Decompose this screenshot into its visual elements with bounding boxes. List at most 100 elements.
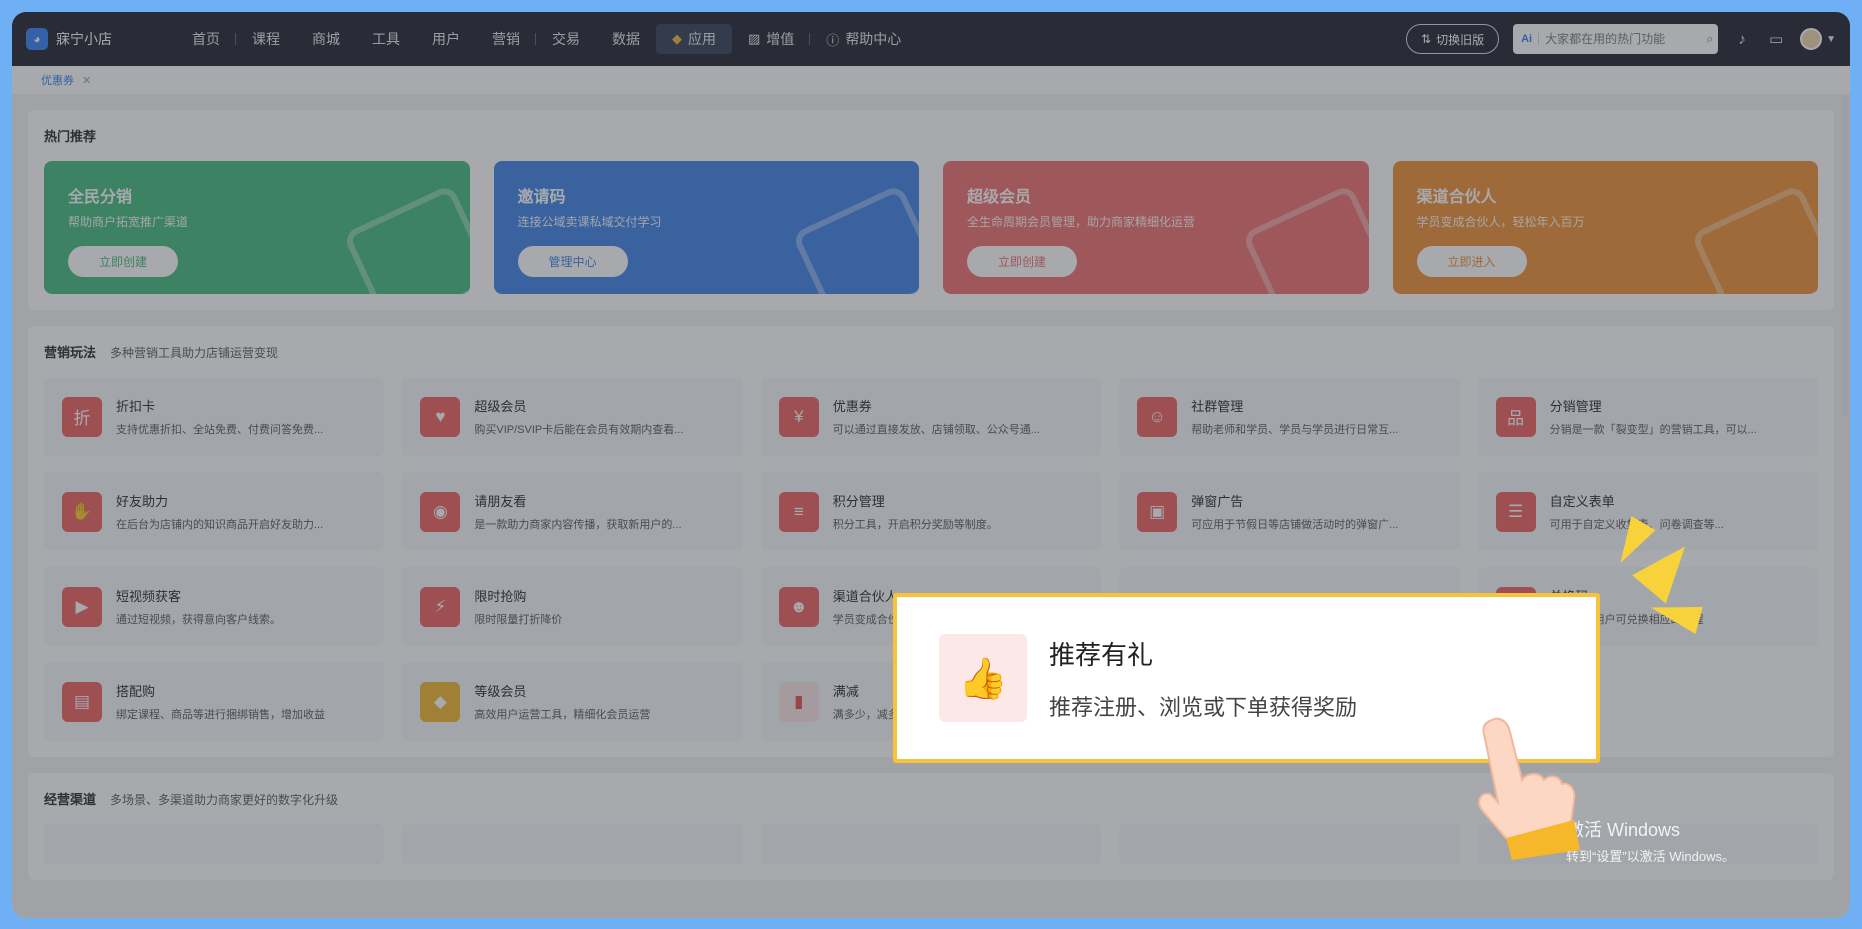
hot-section: 热门推荐 全民分销 帮助商户拓宽推广渠道 立即创建 邀请码 连接公域卖课私域交付… <box>28 110 1834 310</box>
tool-name: 好友助力 <box>116 494 169 509</box>
inbox-icon[interactable]: ▭ <box>1766 30 1786 48</box>
nav-users[interactable]: 用户 <box>416 24 476 54</box>
nav-tools[interactable]: 工具 <box>356 24 416 54</box>
nav-help-label: 帮助中心 <box>845 31 902 47</box>
top-nav: ◕ 寐宁小店 首页 课程 商城 工具 用户 营销 交易 数据 ◆ 应用 ▨ 增值… <box>12 12 1850 66</box>
nav-trade[interactable]: 交易 <box>536 24 596 54</box>
tool-desc: 可以通过直接发放、店铺领取、公众号通... <box>832 424 1040 436</box>
pointing-hand-icon <box>1478 717 1580 860</box>
channel-card[interactable] <box>44 824 385 864</box>
channel-card[interactable] <box>1119 824 1460 864</box>
marketing-title-text: 营销玩法 <box>44 345 97 360</box>
cube-icon: ◆ <box>672 31 682 46</box>
tool-popup-ad[interactable]: ▣ 弹窗广告 可应用于节假日等店铺做活动时的弹窗广... <box>1119 472 1460 551</box>
hot-card-super-vip[interactable]: 超级会员 全生命周期会员管理，助力商家精细化运营 立即创建 <box>943 161 1369 294</box>
tool-invite-view[interactable]: ◉ 请朋友看 是一款助力商家内容传播，获取新用户的... <box>402 472 743 551</box>
enter-button[interactable]: 立即进入 <box>1416 246 1527 277</box>
tool-name: 短视频获客 <box>116 589 182 604</box>
tool-coupon[interactable]: ¥ 优惠券 可以通过直接发放、店铺领取、公众号通... <box>760 377 1102 456</box>
bundle-icon: ▤ <box>62 681 102 722</box>
popup-icon: ▣ <box>1137 491 1178 532</box>
heart-icon: ♥ <box>420 396 461 437</box>
tool-community[interactable]: ☺ 社群管理 帮助老师和学员、学员与学员进行日常互... <box>1119 377 1460 456</box>
channels-title-text: 经营渠道 <box>44 792 97 807</box>
tool-desc: 分销是一款「裂变型」的营销工具，可以... <box>1549 424 1757 436</box>
tool-bundle[interactable]: ▤ 搭配购 绑定课程、商品等进行捆绑销售，增加收益 <box>44 662 385 741</box>
tool-level-member[interactable]: ◆ 等级会员 高效用户运营工具，精细化会员运营 <box>402 662 743 741</box>
brand-name: 寐宁小店 <box>56 31 112 47</box>
manage-button[interactable]: 管理中心 <box>517 246 628 277</box>
partner-icon: ☻ <box>778 586 819 627</box>
tab-coupon[interactable]: 优惠券 <box>41 72 74 88</box>
nav-data[interactable]: 数据 <box>596 24 656 54</box>
tool-name: 社群管理 <box>1191 399 1244 414</box>
tool-desc: 限时限量打折降价 <box>474 614 563 626</box>
switch-version-button[interactable]: ⇅ 切换旧版 <box>1406 24 1500 54</box>
org-chart-icon: 品 <box>1495 396 1536 437</box>
tool-super-vip[interactable]: ♥ 超级会员 购买VIP/SVIP卡后能在会员有效期内查看... <box>402 377 743 456</box>
tool-desc: 通过短视频，获得意向客户线索。 <box>116 614 281 626</box>
scrollbar[interactable] <box>1842 96 1848 416</box>
brand-logo-icon: ◕ <box>26 28 48 50</box>
tool-flash-sale[interactable]: ⚡ 限时抢购 限时限量打折降价 <box>402 567 743 646</box>
search-input[interactable] <box>1545 32 1701 46</box>
nav-value-added[interactable]: ▨ 增值 <box>732 24 811 54</box>
hot-card-distribution[interactable]: 全民分销 帮助商户拓宽推广渠道 立即创建 <box>44 161 470 294</box>
channel-card[interactable] <box>402 824 743 864</box>
coupon-icon: ¥ <box>778 396 819 437</box>
tool-short-video[interactable]: ▶ 短视频获客 通过短视频，获得意向客户线索。 <box>44 567 385 646</box>
group-icon: ☺ <box>1137 396 1178 437</box>
hot-card-channel-partner[interactable]: 渠道合伙人 学员变成合伙人，轻松年入百万 立即进入 <box>1392 161 1818 294</box>
tool-desc: 高效用户运营工具，精细化会员运营 <box>474 709 651 721</box>
close-icon[interactable]: ✕ <box>82 74 91 87</box>
tool-name: 折扣卡 <box>116 399 156 414</box>
reduction-icon: ▮ <box>778 681 819 722</box>
create-button[interactable]: 立即创建 <box>967 246 1077 277</box>
channels-subtitle: 多场景、多渠道助力商家更好的数字化升级 <box>110 793 339 807</box>
nav-value-label: 增值 <box>766 31 795 47</box>
tool-name: 积分管理 <box>832 494 885 509</box>
discount-icon: 折 <box>62 396 102 437</box>
help-icon: ⓘ <box>826 32 840 48</box>
page-tabs: 优惠券 ✕ <box>12 66 1850 94</box>
tool-desc: 绑定课程、商品等进行捆绑销售，增加收益 <box>116 709 325 721</box>
thumbs-up-icon: 👍 <box>939 634 1027 722</box>
nav-apps[interactable]: ◆ 应用 <box>656 24 732 54</box>
chevron-down-icon: ▼ <box>1826 33 1836 45</box>
coins-icon: ≡ <box>778 491 819 532</box>
tool-friend-help[interactable]: ✋ 好友助力在后台为店铺内的知识商品开启好友助力... <box>44 472 385 551</box>
tool-desc: 积分工具，开启积分奖励等制度。 <box>832 519 998 531</box>
hot-card-invite-code[interactable]: 邀请码 连接公域卖课私域交付学习 管理中心 <box>493 161 919 294</box>
nav-marketing[interactable]: 营销 <box>476 24 536 54</box>
create-button[interactable]: 立即创建 <box>68 246 178 277</box>
brand[interactable]: ◕ 寐宁小店 <box>26 28 176 50</box>
search-box: Ai ⌕ <box>1513 24 1719 54</box>
nav-help[interactable]: ⓘ 帮助中心 <box>810 24 917 54</box>
nav-courses[interactable]: 课程 <box>236 24 296 54</box>
tool-desc: 可应用于节假日等店铺做活动时的弹窗广... <box>1191 519 1399 531</box>
nav-apps-label: 应用 <box>688 31 716 47</box>
main-nav: 首页 课程 商城 工具 用户 营销 交易 数据 ◆ 应用 ▨ 增值 ⓘ 帮助中心 <box>176 12 917 66</box>
switch-icon: ⇅ <box>1421 32 1432 46</box>
channel-card[interactable] <box>760 824 1102 864</box>
bell-icon[interactable]: ♪ <box>1732 31 1752 48</box>
tool-name: 请朋友看 <box>474 494 527 509</box>
tool-name: 自定义表单 <box>1549 494 1615 509</box>
tool-distribution[interactable]: 品分销管理分销是一款「裂变型」的营销工具，可以... <box>1477 377 1818 456</box>
search-icon[interactable]: ⌕ <box>1706 31 1713 47</box>
nav-home[interactable]: 首页 <box>176 24 236 54</box>
windows-activation-watermark: 激活 Windows 转到“设置”以激活 Windows。 <box>1566 816 1735 865</box>
referral-desc: 推荐注册、浏览或下单获得奖励 <box>1049 694 1358 720</box>
nav-mall[interactable]: 商城 <box>296 24 356 54</box>
handshake-icon: ✋ <box>62 491 102 532</box>
tool-discount-card[interactable]: 折折扣卡 支持优惠折扣、全站免费、付费问答免费... <box>44 377 385 456</box>
hot-card-title: 渠道合伙人 <box>1416 189 1497 206</box>
tool-name: 超级会员 <box>474 399 527 414</box>
tool-name: 分销管理 <box>1549 399 1602 414</box>
tool-points[interactable]: ≡ 积分管理积分工具，开启积分奖励等制度。 <box>760 472 1102 551</box>
eye-icon: ◉ <box>420 491 461 532</box>
tool-desc: 在后台为店铺内的知识商品开启好友助力... <box>116 519 324 531</box>
marketing-subtitle: 多种营销工具助力店铺运营变现 <box>110 346 279 360</box>
user-menu[interactable]: ▼ <box>1800 28 1836 50</box>
watermark-title: 激活 Windows <box>1566 820 1681 840</box>
